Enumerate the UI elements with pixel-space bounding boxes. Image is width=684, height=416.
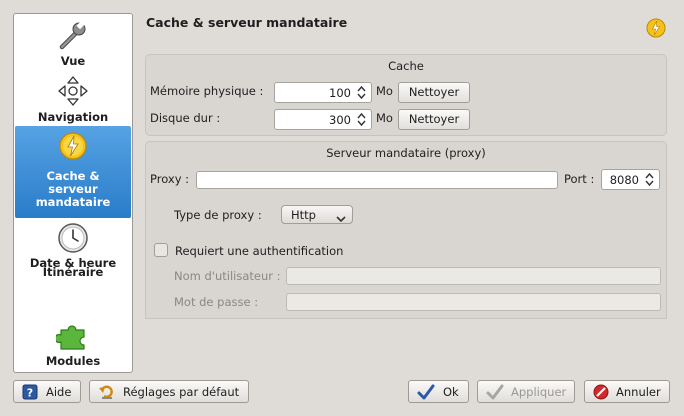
cancel-icon — [593, 384, 609, 403]
cache-group-title: Cache — [388, 59, 424, 73]
proxy-group: Serveur mandataire (proxy) Proxy : Port … — [145, 141, 667, 319]
puzzle-icon — [15, 318, 131, 355]
disk-value: 300 — [329, 113, 351, 127]
wrench-icon — [15, 18, 131, 55]
disk-clear-button[interactable]: Nettoyer — [398, 109, 470, 130]
memory-unit: Mo — [376, 84, 393, 98]
chevron-down-icon — [336, 212, 346, 226]
sidebar-item-itineraire[interactable]: Itinéraire — [15, 266, 131, 284]
auth-label[interactable]: Requiert une authentification — [175, 244, 343, 258]
proxy-type-value: Http — [291, 208, 316, 222]
sidebar-item-label: Cache & serveur mandataire — [35, 169, 111, 209]
port-label: Port : — [564, 172, 595, 186]
lightning-icon — [646, 18, 666, 41]
sidebar-item-navigation[interactable]: Navigation — [15, 74, 131, 126]
password-input[interactable] — [286, 293, 661, 311]
help-button-label: Aide — [46, 385, 72, 399]
proxy-type-label: Type de proxy : — [174, 208, 262, 222]
navigation-arrows-icon — [15, 74, 131, 111]
check-icon — [486, 384, 504, 403]
username-input[interactable] — [286, 267, 661, 285]
proxy-type-select[interactable]: Http — [281, 205, 353, 224]
spin-arrows-icon[interactable] — [356, 84, 367, 104]
password-label: Mot de passe : — [174, 295, 259, 309]
clock-icon — [15, 222, 131, 257]
cache-group: Cache Mémoire physique : 100 Mo Nettoyer… — [145, 54, 667, 136]
memory-spinbox[interactable]: 100 — [274, 82, 372, 103]
disk-unit: Mo — [376, 111, 393, 125]
check-icon — [417, 384, 435, 403]
memory-value: 100 — [329, 86, 351, 100]
ok-button[interactable]: Ok — [408, 380, 469, 403]
memory-label: Mémoire physique : — [150, 84, 264, 98]
cancel-button[interactable]: Annuler — [584, 380, 670, 403]
lightning-icon — [15, 131, 131, 164]
cancel-button-label: Annuler — [616, 385, 661, 399]
undo-icon — [98, 384, 116, 403]
apply-button-label: Appliquer — [511, 385, 567, 399]
spin-arrows-icon[interactable] — [644, 171, 655, 191]
proxy-input[interactable] — [196, 171, 558, 189]
proxy-label: Proxy : — [150, 172, 190, 186]
disk-label: Disque dur : — [150, 111, 221, 125]
sidebar-item-label: Navigation — [37, 110, 109, 124]
sidebar-item-label: Itinéraire — [42, 265, 104, 279]
defaults-button-label: Réglages par défaut — [123, 385, 240, 399]
apply-button[interactable]: Appliquer — [477, 380, 575, 403]
auth-checkbox[interactable] — [154, 243, 168, 257]
defaults-button[interactable]: Réglages par défaut — [89, 380, 249, 403]
port-value: 8080 — [609, 173, 639, 187]
proxy-group-title: Serveur mandataire (proxy) — [326, 146, 486, 160]
sidebar-item-vue[interactable]: Vue — [15, 18, 131, 70]
sidebar-item-cache-proxy[interactable]: Cache & serveur mandataire — [15, 126, 131, 218]
sidebar-item-modules[interactable]: Modules — [15, 318, 131, 370]
port-spinbox[interactable]: 8080 — [601, 169, 660, 190]
disk-spinbox[interactable]: 300 — [274, 109, 372, 130]
sidebar-item-label: Vue — [60, 54, 86, 68]
svg-text:?: ? — [27, 387, 33, 400]
help-button[interactable]: ? Aide — [13, 380, 81, 403]
username-label: Nom d'utilisateur : — [174, 269, 281, 283]
sidebar: Vue Navigation Cache & serveur mandatair… — [13, 13, 133, 373]
page-title: Cache & serveur mandataire — [146, 15, 348, 30]
help-icon: ? — [22, 384, 38, 403]
sidebar-item-label: Modules — [45, 354, 101, 368]
ok-button-label: Ok — [443, 385, 459, 399]
spin-arrows-icon[interactable] — [356, 111, 367, 131]
memory-clear-button[interactable]: Nettoyer — [398, 82, 470, 103]
